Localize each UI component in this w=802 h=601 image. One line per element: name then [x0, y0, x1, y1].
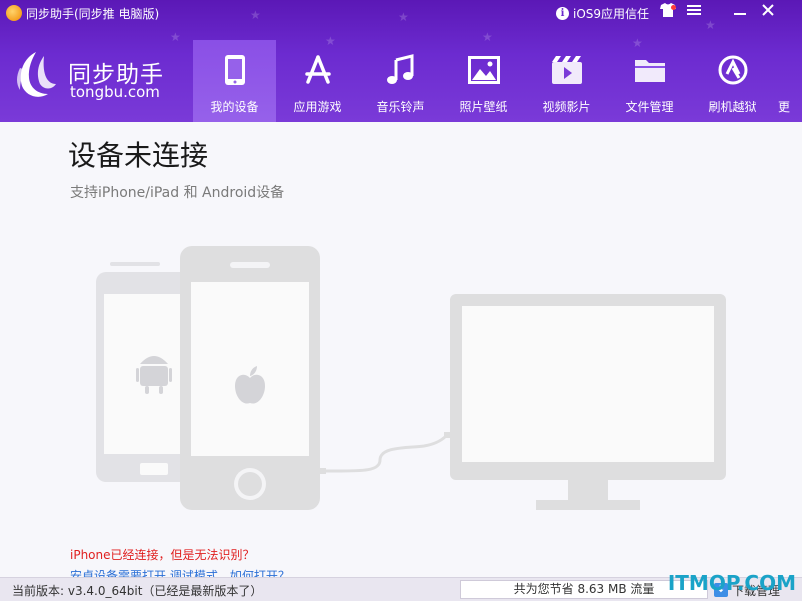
flash-icon [715, 52, 751, 88]
ios9-trust-button[interactable]: i iOS9应用信任 [556, 4, 649, 22]
page-title: 设备未连接 [68, 139, 209, 172]
close-icon [762, 4, 774, 16]
decor-star: ★ [170, 30, 181, 44]
app-store-icon [300, 52, 336, 88]
monitor-illustration [450, 294, 726, 510]
tab-more[interactable]: 更 [774, 40, 800, 122]
android-phone-illustration [96, 262, 194, 482]
tab-photos-wallpapers[interactable]: 照片壁纸 [442, 40, 525, 122]
device-illustration [96, 246, 726, 510]
main-nav: 我的设备 应用游戏 音乐铃声 照片壁纸 视频影片 文件管理 刷机越狱 更 [193, 40, 800, 122]
version-label: 当前版本: v3.4.0_64bit（已经是最新版本了） [12, 584, 263, 598]
tab-flash-jailbreak[interactable]: 刷机越狱 [691, 40, 774, 122]
phone-icon [217, 52, 253, 88]
tab-label: 视频影片 [542, 100, 591, 114]
window-title: 同步助手(同步推 电脑版) [26, 7, 160, 21]
page-subtitle: 支持iPhone/iPad 和 Android设备 [70, 185, 285, 201]
tab-label: 应用游戏 [293, 100, 342, 114]
iphone-illustration [180, 246, 320, 510]
ios9-trust-label: iOS9应用信任 [573, 6, 650, 21]
photo-icon [466, 52, 502, 88]
tongbu-logo-icon [17, 52, 56, 97]
main-content: 设备未连接 支持iPhone/iPad 和 Android设备 iPhone已经… [0, 122, 802, 577]
video-icon [549, 52, 585, 88]
folder-icon [632, 52, 668, 88]
header: ★ ★ ★ ★ ★ ★ ★ ★ 同步助手(同步推 电脑版) i iOS9应用信任 [0, 0, 802, 122]
tab-apps-games[interactable]: 应用游戏 [276, 40, 359, 122]
tab-my-device[interactable]: 我的设备 [193, 40, 276, 122]
close-button[interactable] [758, 3, 778, 23]
tab-label: 文件管理 [625, 100, 674, 114]
watermark: ITMOP.COM [667, 571, 796, 595]
android-debug-mode-link[interactable]: 安卓设备需要打开 调试模式，如何打开？ [70, 567, 290, 577]
tab-music-ringtones[interactable]: 音乐铃声 [359, 40, 442, 122]
logo-text-en: tongbu.com [70, 83, 160, 101]
tab-videos[interactable]: 视频影片 [525, 40, 608, 122]
tab-label: 刷机越狱 [708, 100, 757, 114]
usb-cable-illustration [320, 432, 452, 474]
info-icon: i [556, 6, 569, 20]
app-icon [6, 5, 22, 21]
skin-button[interactable] [658, 3, 678, 23]
tab-file-manager[interactable]: 文件管理 [608, 40, 691, 122]
tab-label: 音乐铃声 [376, 100, 425, 114]
menu-button[interactable] [684, 3, 704, 23]
tab-label: 更 [778, 100, 791, 114]
minimize-button[interactable] [730, 3, 750, 23]
music-note-icon [383, 52, 419, 88]
tab-label: 照片壁纸 [459, 100, 508, 114]
menu-icon [687, 5, 701, 15]
notification-dot [671, 5, 676, 10]
tab-label: 我的设备 [210, 100, 259, 114]
title-bar: 同步助手(同步推 电脑版) i iOS9应用信任 [0, 0, 802, 26]
iphone-not-recognized-link[interactable]: iPhone已经连接，但是无法识别？ [70, 546, 255, 563]
minimize-icon [734, 13, 746, 15]
